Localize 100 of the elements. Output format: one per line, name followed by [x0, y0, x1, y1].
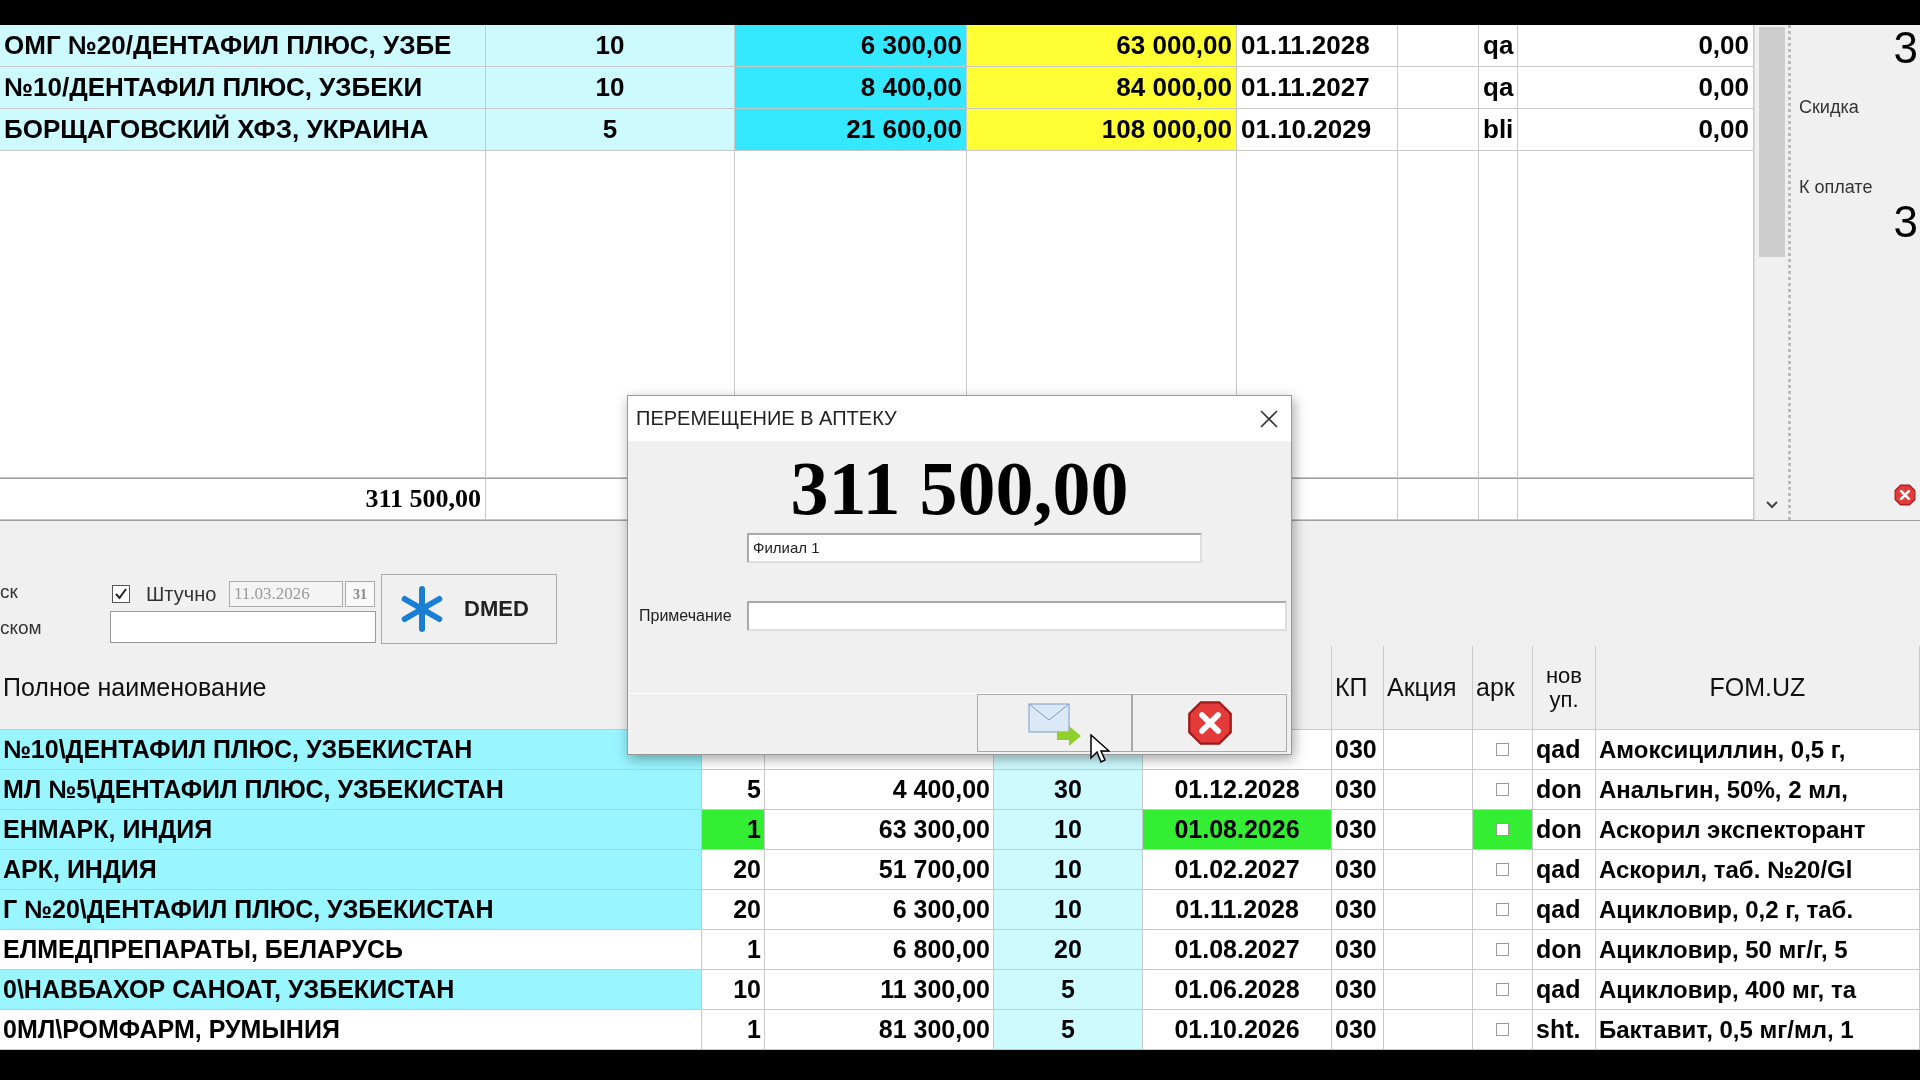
table-cell: qad	[1533, 970, 1596, 1010]
table-cell: 01.11.2027	[1237, 67, 1398, 109]
table-cell: ОМГ №20/ДЕНТАФИЛ ПЛЮС, УЗБЕ	[0, 25, 486, 67]
checkbox[interactable]	[1496, 743, 1509, 756]
field-label: ск	[0, 581, 18, 603]
table-cell: Аскорил экспекторант	[1596, 810, 1920, 850]
note-field[interactable]	[747, 601, 1287, 631]
table-cell: №10/ДЕНТАФИЛ ПЛЮС, УЗБЕКИ	[0, 67, 486, 109]
table-cell: Ацикловир, 50 мг/г, 5	[1596, 930, 1920, 970]
column-header[interactable]: нов уп.	[1533, 646, 1596, 730]
table-cell: 01.06.2028	[1143, 970, 1332, 1010]
dmed-button[interactable]: DMED	[381, 574, 557, 644]
table-cell: qad	[1533, 850, 1596, 890]
table-cell: qad	[1533, 730, 1596, 770]
table-cell: 10	[702, 970, 765, 1010]
table-cell: 030	[1332, 810, 1384, 850]
table-cell: 84 000,00	[967, 67, 1237, 109]
checkbox[interactable]	[1496, 863, 1509, 876]
table-cell: 030	[1332, 770, 1384, 810]
cancel-button[interactable]	[1132, 694, 1287, 752]
table-cell: 1	[702, 1010, 765, 1050]
column-header[interactable]: Акция	[1384, 646, 1473, 730]
amount-text: 311 500,00	[789, 445, 1130, 532]
table-cell: 108 000,00	[967, 109, 1237, 151]
column-header[interactable]: КП	[1332, 646, 1384, 730]
table-cell: Г №20\ДЕНТАФИЛ ПЛЮС, УЗБЕКИСТАН	[0, 890, 702, 930]
cursor-icon	[1090, 734, 1110, 764]
table-cell: 01.11.2028	[1237, 25, 1398, 67]
table-cell: 01.08.2026	[1143, 810, 1332, 850]
table-cell: №10\ДЕНТАФИЛ ПЛЮС, УЗБЕКИСТАН	[0, 730, 702, 770]
table-cell: 20	[994, 930, 1143, 970]
amount-text: 3	[1893, 197, 1918, 247]
table-cell: ЕНМАРК, ИНДИЯ	[0, 810, 702, 850]
branch-field[interactable]: Филиал 1	[747, 533, 1202, 563]
table-cell: 1	[702, 810, 765, 850]
table-cell: Амоксициллин, 0,5 г,	[1596, 730, 1920, 770]
column-header[interactable]: арк	[1473, 646, 1533, 730]
table-cell: bli	[1479, 109, 1518, 151]
table-cell: Ацикловир, 400 мг, та	[1596, 970, 1920, 1010]
table-cell: 01.08.2027	[1143, 930, 1332, 970]
table-cell: 10	[486, 67, 735, 109]
column-header[interactable]: FOM.UZ	[1596, 646, 1920, 730]
table-cell: don	[1533, 770, 1596, 810]
table-cell: don	[1533, 930, 1596, 970]
table-cell: 5	[486, 109, 735, 151]
table-cell: qad	[1533, 890, 1596, 930]
table-cell: qa	[1479, 25, 1518, 67]
amount-text: 3	[1893, 23, 1918, 73]
table-cell: 10	[994, 850, 1143, 890]
table-cell: Анальгин, 50%, 2 мл,	[1596, 770, 1920, 810]
chevron-down-icon[interactable]	[1764, 500, 1779, 510]
table-cell: 20	[702, 890, 765, 930]
table-cell: 01.11.2028	[1143, 890, 1332, 930]
table-cell: 5	[994, 1010, 1143, 1050]
table-cell: 1	[702, 930, 765, 970]
checkbox[interactable]	[1496, 943, 1509, 956]
table-cell: Бактавит, 0,5 мг/мл, 1	[1596, 1010, 1920, 1050]
input-field[interactable]	[110, 611, 376, 643]
table-cell: 10	[486, 25, 735, 67]
field-label: Примечание	[638, 607, 733, 625]
checkbox-label: Штучно	[146, 583, 217, 606]
table-cell: МЛ №5\ДЕНТАФИЛ ПЛЮС, УЗБЕКИСТАН	[0, 770, 702, 810]
table-cell: 21 600,00	[735, 109, 967, 151]
table-cell: 30	[994, 770, 1143, 810]
close-icon[interactable]	[1894, 484, 1916, 506]
checkbox[interactable]	[1496, 903, 1509, 916]
table-cell: БОРЩАГОВСКИЙ ХФЗ, УКРАИНА	[0, 109, 486, 151]
table-cell: 10	[994, 810, 1143, 850]
total-amount: 311 500,00	[0, 478, 486, 520]
table-cell: 01.10.2029	[1237, 109, 1398, 151]
checkbox[interactable]	[1496, 783, 1509, 796]
table-cell: 6 300,00	[735, 25, 967, 67]
checkbox[interactable]	[1496, 983, 1509, 996]
scrollbar[interactable]	[1754, 25, 1788, 520]
table-cell: 030	[1332, 850, 1384, 890]
table-cell: 0МЛ\РОМФАРМ, РУМЫНИЯ	[0, 1010, 702, 1050]
checkbox[interactable]	[1496, 1023, 1509, 1036]
table-cell: Аскорил, таб. №20/Gl	[1596, 850, 1920, 890]
dialog-title: ПЕРЕМЕЩЕНИЕ В АПТЕКУ	[636, 407, 897, 430]
table-cell: 01.02.2027	[1143, 850, 1332, 890]
table-cell: 8 400,00	[735, 67, 967, 109]
table-cell: 0\НАВБАХОР САНОАТ, УЗБЕКИСТАН	[0, 970, 702, 1010]
table-cell: АРК, ИНДИЯ	[0, 850, 702, 890]
discount-label: Скидка	[1799, 97, 1859, 118]
table-cell: 10	[994, 890, 1143, 930]
table-cell: 030	[1332, 1010, 1384, 1050]
piece-checkbox[interactable]	[112, 585, 130, 603]
table-cell: 030	[1332, 930, 1384, 970]
table-cell: 030	[1332, 970, 1384, 1010]
table-cell: sht.	[1533, 1010, 1596, 1050]
table-cell: 030	[1332, 730, 1384, 770]
checkbox[interactable]	[1496, 823, 1509, 836]
field-label: ском	[0, 617, 42, 639]
table-cell: 20	[702, 850, 765, 890]
table-cell: qa	[1479, 67, 1518, 109]
table-cell: 01.10.2026	[1143, 1010, 1332, 1050]
table-cell: 63 000,00	[967, 25, 1237, 67]
table-cell: 030	[1332, 890, 1384, 930]
table-cell: Ацикловир, 0,2 г, таб.	[1596, 890, 1920, 930]
cancel-icon[interactable]	[1186, 700, 1233, 746]
